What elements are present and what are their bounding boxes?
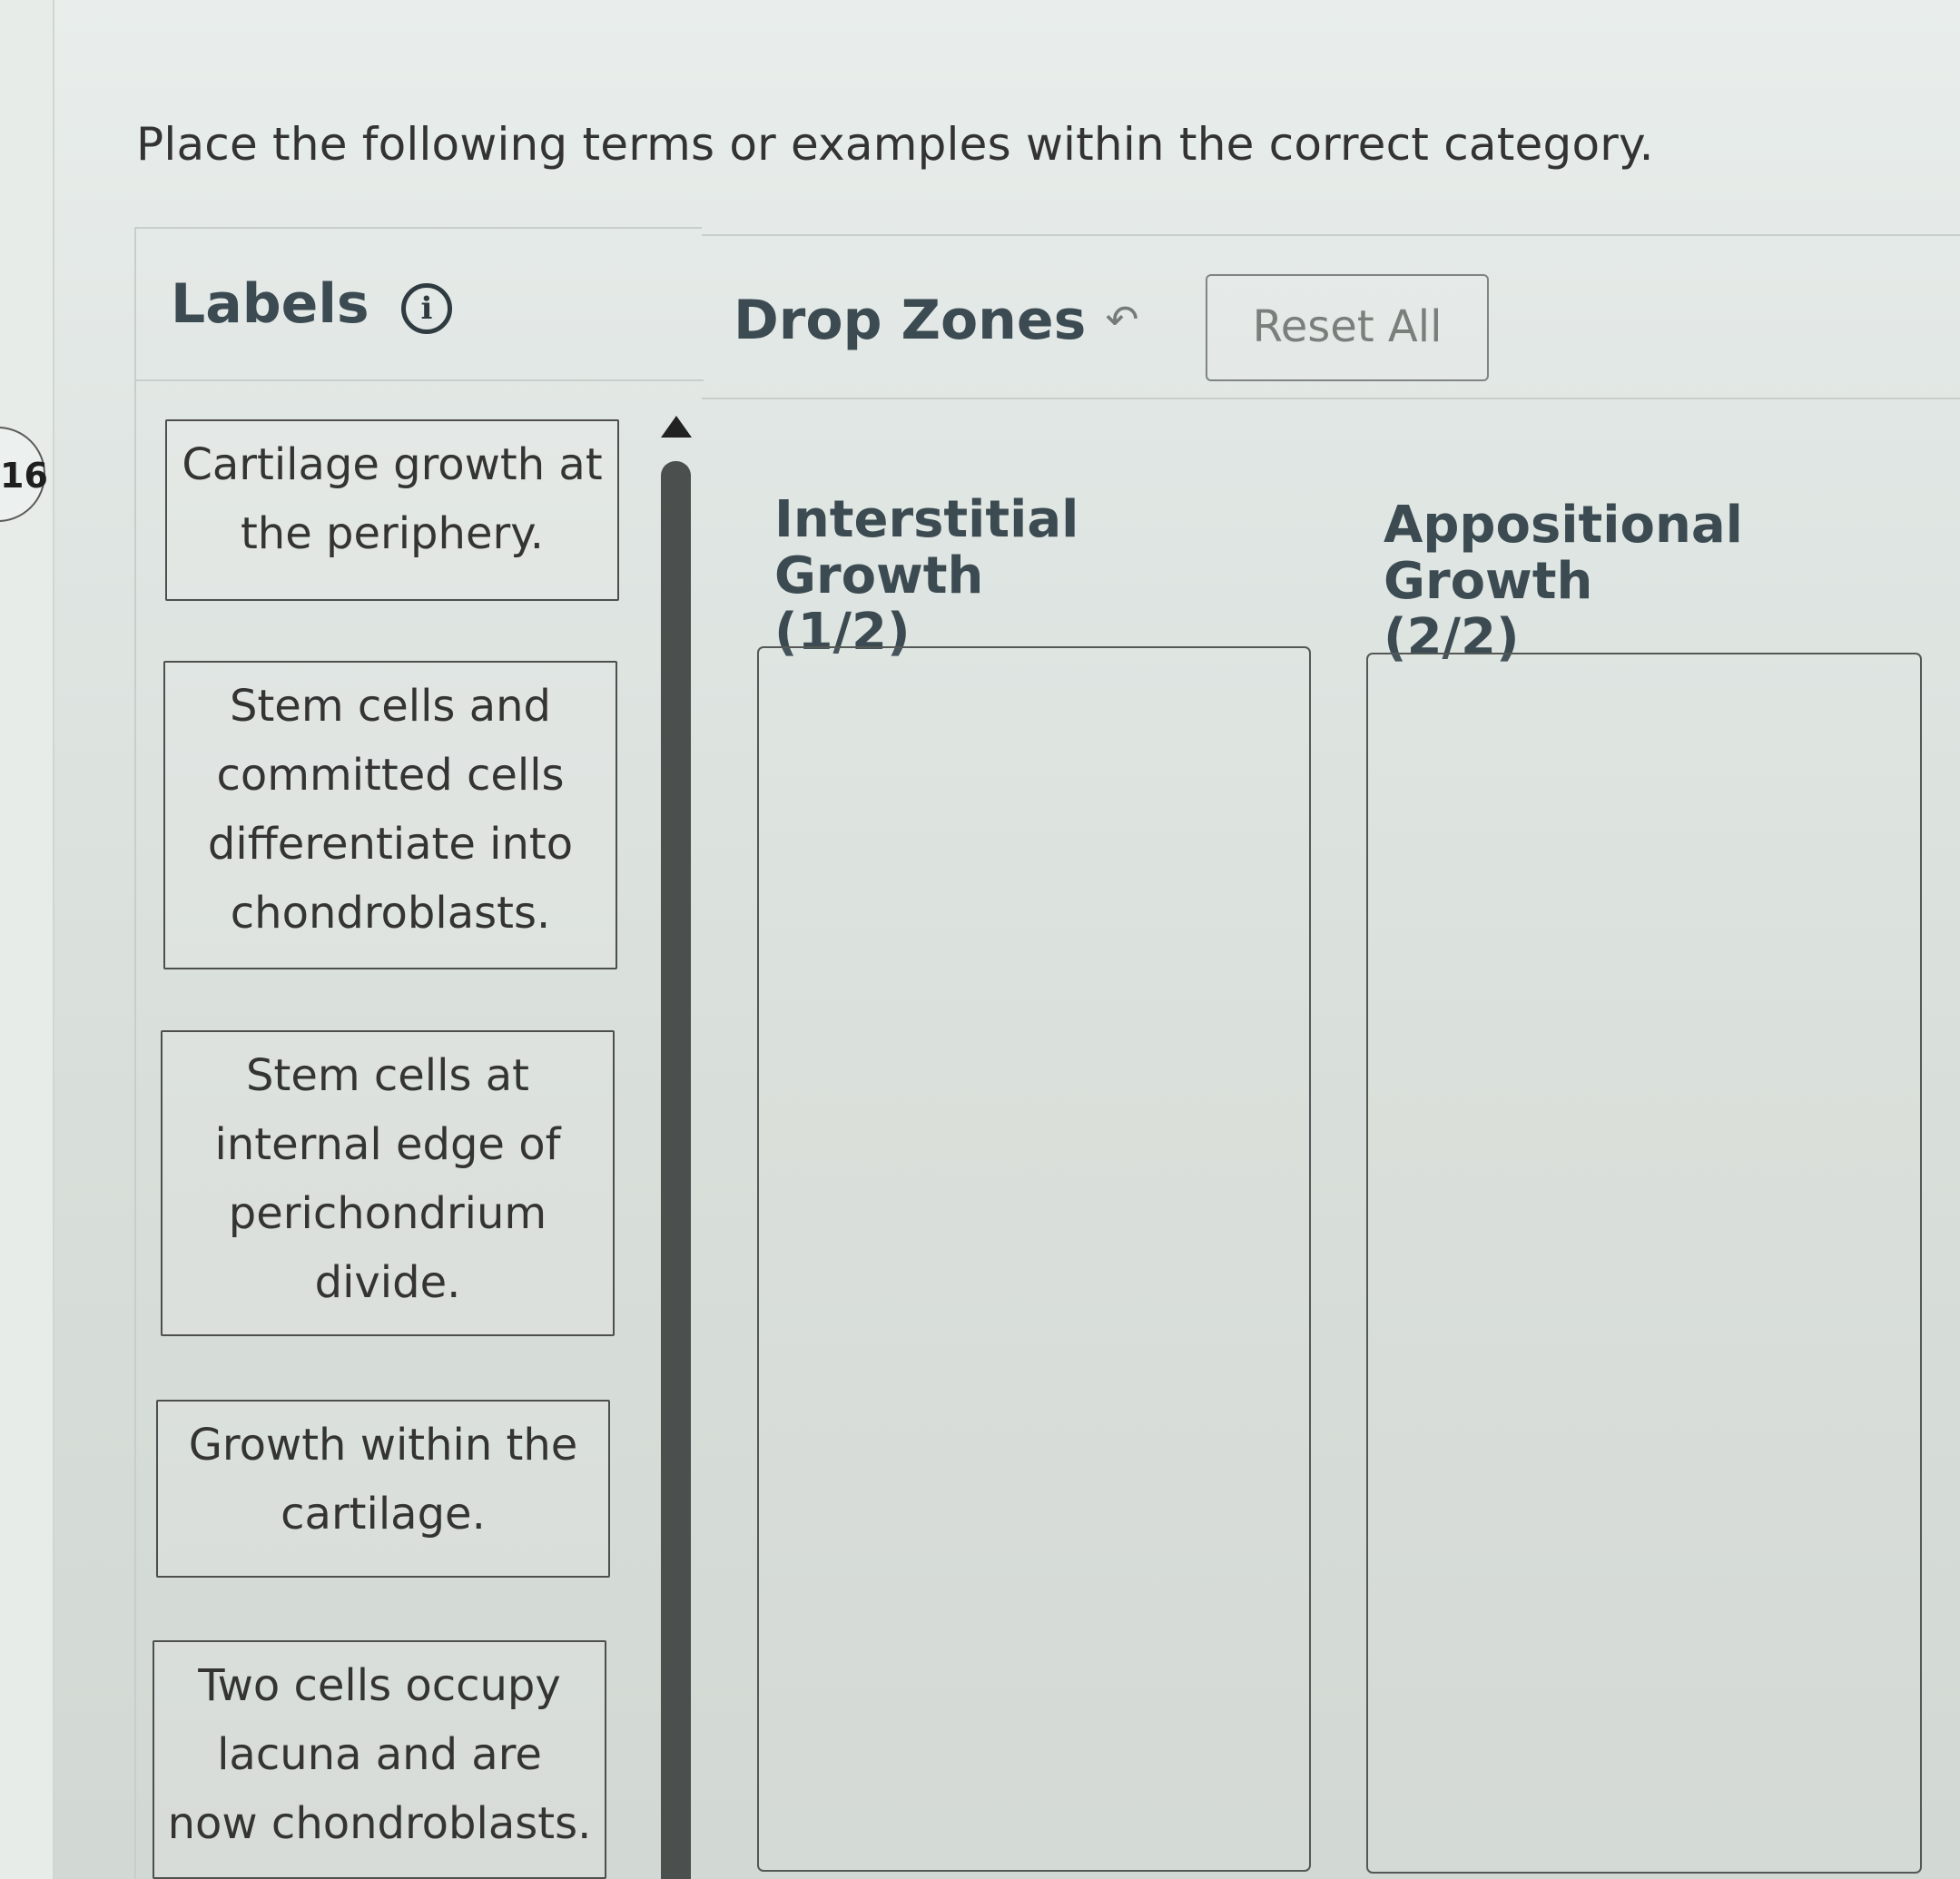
question-instruction: Place the following terms or examples wi… [136,118,1654,171]
label-card[interactable]: Cartilage growth at the periphery. [165,419,619,601]
drop-zones-header: Drop Zones ↶ Reset All [702,234,1960,399]
reset-all-button[interactable]: Reset All [1206,274,1489,381]
label-card[interactable]: Two cells occupy lacuna and are now chon… [153,1640,606,1879]
labels-scroll-thumb[interactable] [661,461,691,1879]
question-number: 16 [0,456,48,496]
scroll-up-arrow-icon[interactable] [661,416,692,438]
labels-title: Labels [171,272,369,336]
interstitial-growth-title: Interstitial Growth (1/2) [774,492,1246,661]
label-card[interactable]: Growth within the cartilage. [156,1400,610,1578]
undo-arrow-icon[interactable]: ↶ [1101,300,1143,340]
appositional-growth-label: Appositional Growth [1384,496,1743,611]
interstitial-growth-label: Interstitial Growth [774,490,1079,605]
label-card[interactable]: Stem cells at internal edge of perichond… [161,1030,615,1336]
interstitial-growth-drop-zone[interactable] [757,646,1311,1872]
appositional-growth-drop-zone[interactable] [1366,653,1922,1874]
appositional-growth-title: Appositional Growth (2/2) [1384,497,1901,666]
left-question-gutter [0,0,54,1879]
labels-header: Labels i [136,229,704,381]
info-icon[interactable]: i [401,283,452,334]
label-card[interactable]: Stem cells and committed cells different… [163,661,617,969]
drop-zones-title: Drop Zones [734,289,1087,352]
